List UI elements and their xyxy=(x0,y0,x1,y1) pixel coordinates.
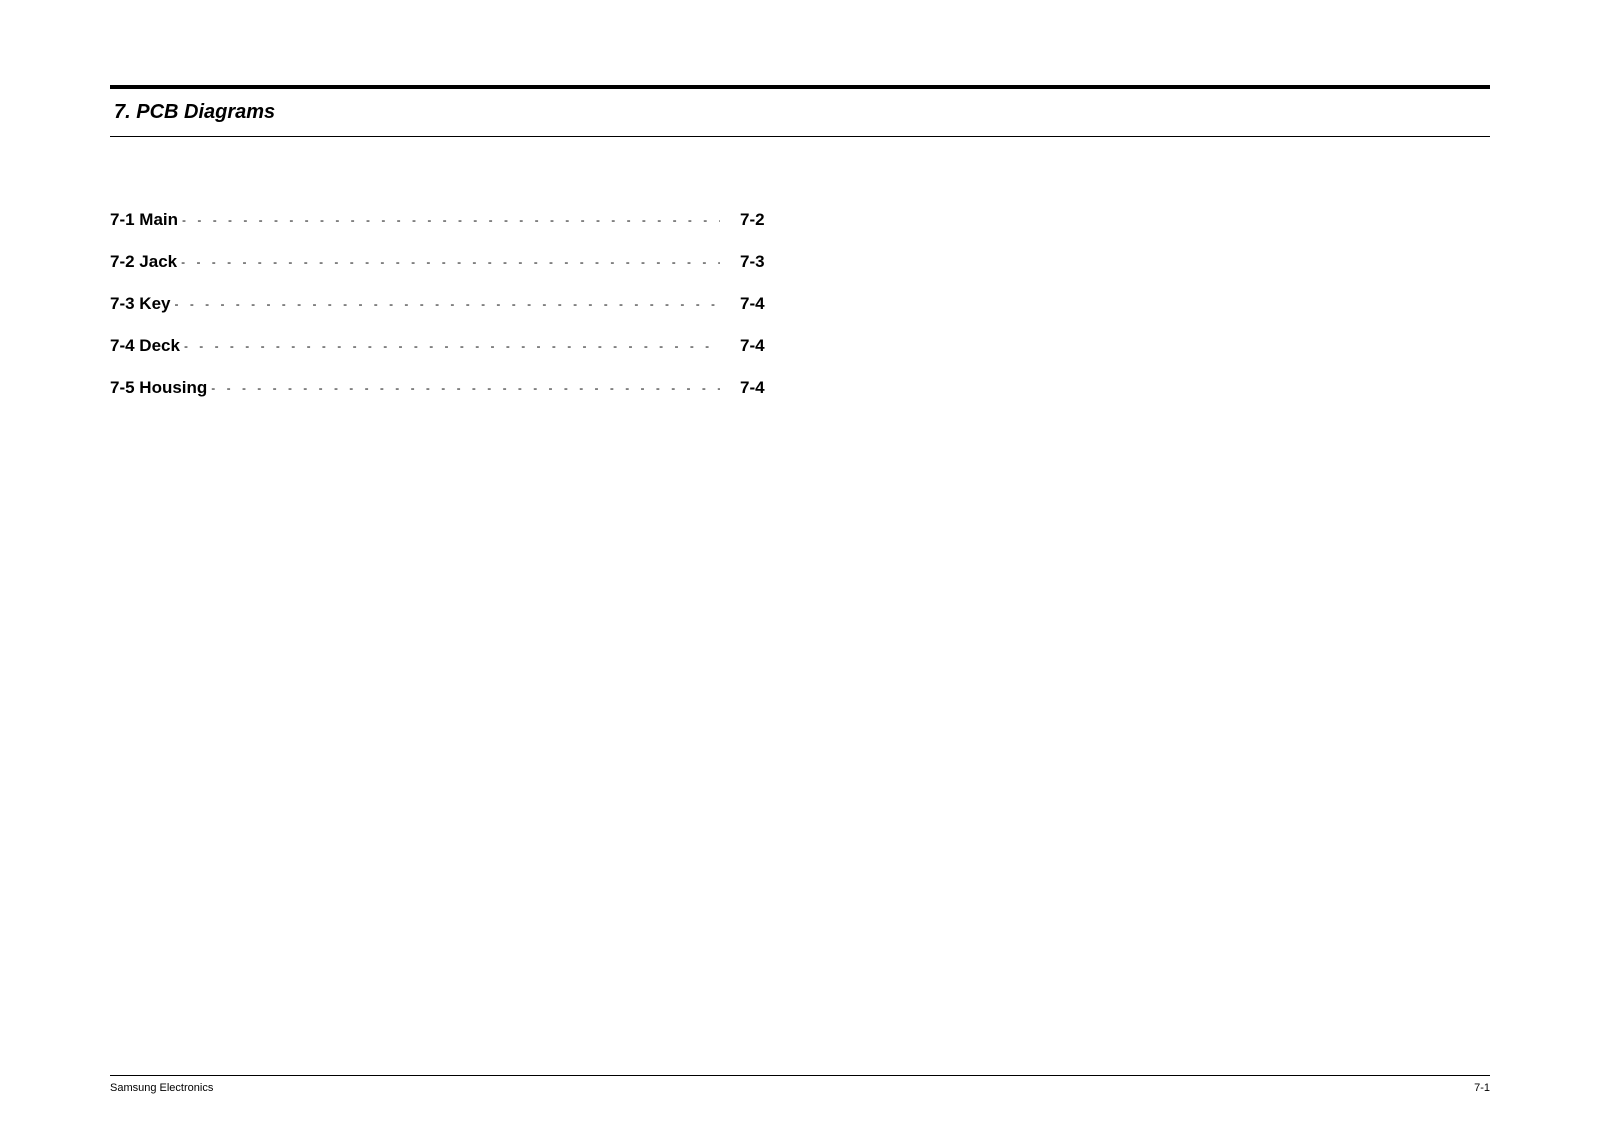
footer-rule xyxy=(110,1075,1490,1076)
footer-page-number: 7-1 xyxy=(1474,1082,1490,1094)
toc-leader-dots: - - - - - - - - - - - - - - - - - - - - … xyxy=(174,297,720,311)
toc-item: 7-5 Housing - - - - - - - - - - - - - - … xyxy=(110,367,770,409)
toc-item-label: 7-4 Deck xyxy=(110,336,184,356)
page-container: 7. PCB Diagrams 7-1 Main - - - - - - - -… xyxy=(0,0,1600,1132)
table-of-contents: 7-1 Main - - - - - - - - - - - - - - - -… xyxy=(110,199,770,409)
toc-leader-dots: - - - - - - - - - - - - - - - - - - - - … xyxy=(182,213,720,227)
toc-item-label: 7-2 Jack xyxy=(110,252,181,272)
section-heading: 7. PCB Diagrams xyxy=(110,89,1490,136)
section-header: 7. PCB Diagrams xyxy=(110,85,1490,137)
toc-item-page: 7-2 xyxy=(720,210,770,230)
toc-leader-dots: - - - - - - - - - - - - - - - - - - - - … xyxy=(211,381,720,395)
toc-item-page: 7-4 xyxy=(720,336,770,356)
heading-underline xyxy=(110,136,1490,137)
toc-item-label: 7-3 Key xyxy=(110,294,174,314)
toc-leader-dots: - - - - - - - - - - - - - - - - - - - - … xyxy=(184,339,720,353)
toc-item: 7-1 Main - - - - - - - - - - - - - - - -… xyxy=(110,199,770,241)
toc-item: 7-4 Deck - - - - - - - - - - - - - - - -… xyxy=(110,325,770,367)
toc-item: 7-2 Jack - - - - - - - - - - - - - - - -… xyxy=(110,241,770,283)
toc-item-label: 7-5 Housing xyxy=(110,378,211,398)
toc-leader-dots: - - - - - - - - - - - - - - - - - - - - … xyxy=(181,255,720,269)
toc-item-page: 7-3 xyxy=(720,252,770,272)
footer-row: Samsung Electronics 7-1 xyxy=(110,1082,1490,1094)
footer-left-text: Samsung Electronics xyxy=(110,1082,213,1094)
toc-item-page: 7-4 xyxy=(720,378,770,398)
page-footer: Samsung Electronics 7-1 xyxy=(110,1075,1490,1094)
toc-item-label: 7-1 Main xyxy=(110,210,182,230)
toc-item: 7-3 Key - - - - - - - - - - - - - - - - … xyxy=(110,283,770,325)
toc-item-page: 7-4 xyxy=(720,294,770,314)
